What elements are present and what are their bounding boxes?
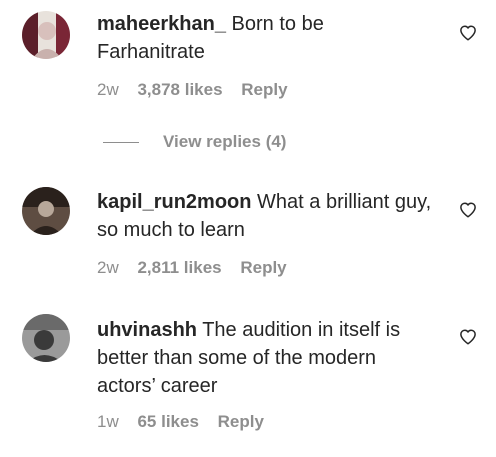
reply-button[interactable]: Reply (218, 412, 264, 431)
comment-username[interactable]: kapil_run2moon (97, 191, 251, 213)
reply-button[interactable]: Reply (240, 258, 286, 277)
like-heart-icon[interactable] (459, 201, 477, 219)
comment-username[interactable]: uhvinashh (97, 319, 197, 341)
view-replies-button[interactable]: View replies (4) (103, 132, 286, 152)
comment-meta: 1w 65 likes Reply (97, 412, 278, 432)
comment-likes[interactable]: 3,878 likes (137, 80, 222, 99)
comment-meta: 2w 2,811 likes Reply (97, 258, 301, 278)
comment-age: 1w (97, 412, 119, 431)
comment-username[interactable]: maheerkhan_ (97, 13, 226, 35)
view-replies-label: View replies (4) (163, 132, 287, 151)
comment-text: kapil_run2moon What a brilliant guy, so … (97, 188, 432, 244)
comment-likes[interactable]: 65 likes (137, 412, 198, 431)
avatar[interactable] (22, 187, 70, 235)
comment-text: uhvinashh The audition in itself is bett… (97, 316, 432, 400)
reply-button[interactable]: Reply (241, 80, 287, 99)
comment-meta: 2w 3,878 likes Reply (97, 80, 302, 100)
avatar[interactable] (22, 314, 70, 362)
comment-age: 2w (97, 258, 119, 277)
avatar[interactable] (22, 11, 70, 59)
comment-text: maheerkhan_ Born to be Farhanitrate (97, 10, 432, 66)
like-heart-icon[interactable] (459, 24, 477, 42)
replies-divider (103, 141, 139, 143)
comment-likes[interactable]: 2,811 likes (137, 258, 221, 277)
comment-age: 2w (97, 80, 119, 99)
like-heart-icon[interactable] (459, 328, 477, 346)
